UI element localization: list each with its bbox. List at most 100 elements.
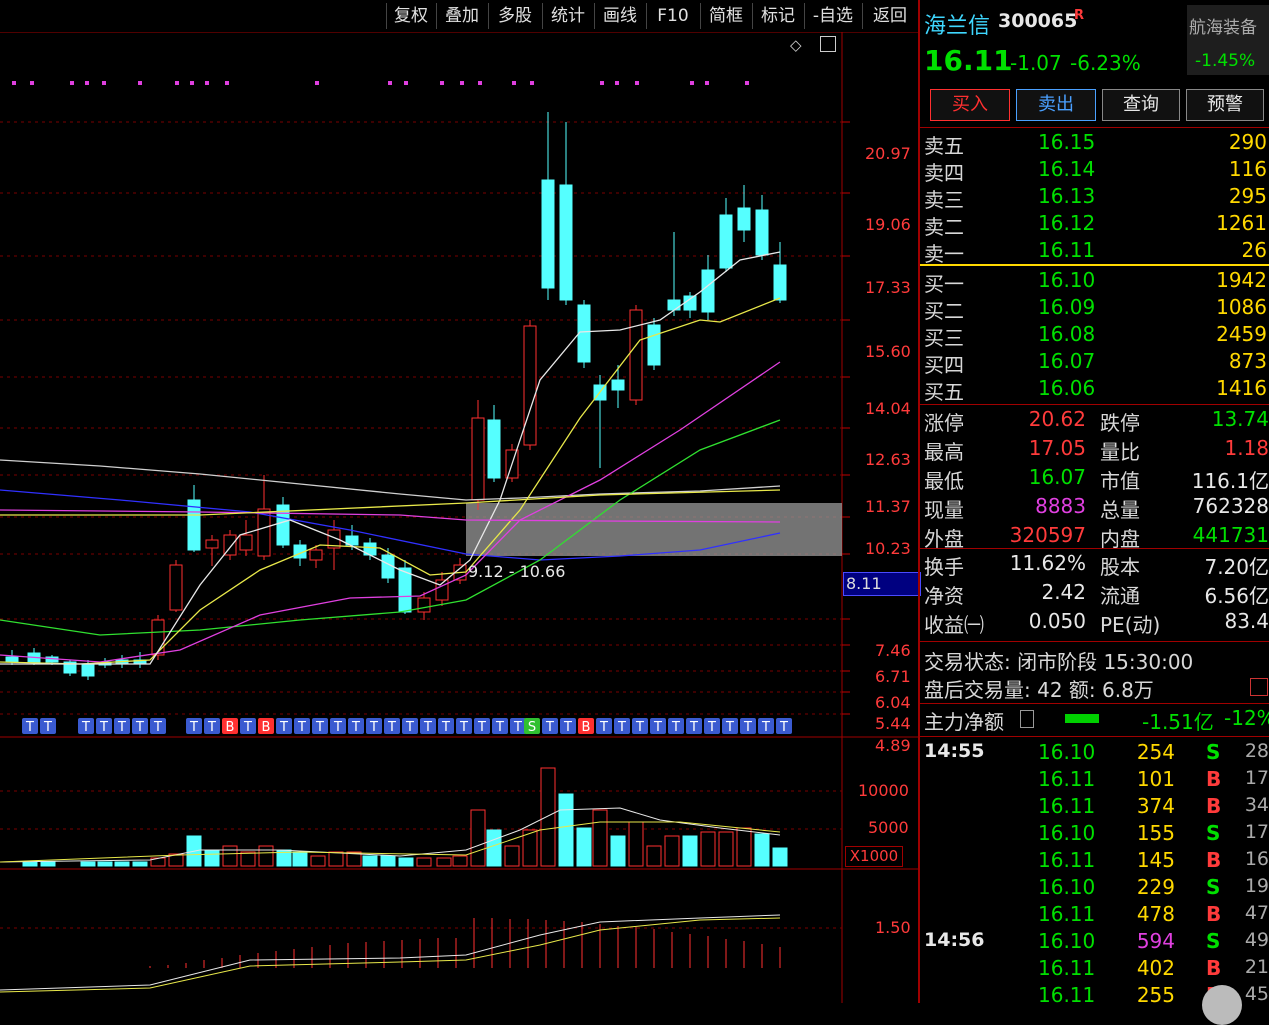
query-button[interactable]: 查询 xyxy=(1102,89,1180,121)
marker-dot xyxy=(404,81,408,85)
kline-svg: TTTTTTTTTBTBTTTTTTTTTTTTTTSTTBTTTTTTTTTT… xyxy=(0,32,918,1003)
kline-chart-area[interactable]: TTTTTTTTTBTBTTTTTTTTTTTTTTSTTBTTTTTTTTTT… xyxy=(0,32,921,1003)
volume-bar xyxy=(258,845,274,867)
alert-button[interactable]: 预警 xyxy=(1186,89,1264,121)
signal-text: T xyxy=(369,720,378,735)
volume-bar xyxy=(592,809,608,867)
toolbar-mark[interactable]: 标记 xyxy=(752,3,803,29)
tick-count: 45 xyxy=(1244,983,1269,1005)
ask-price[interactable]: 16.13 xyxy=(1038,184,1095,208)
marker-dot xyxy=(30,81,34,85)
signal-text: T xyxy=(243,720,252,735)
toolbar-watchlist[interactable]: -自选 xyxy=(804,3,861,29)
marker-dot xyxy=(478,81,482,85)
toolbar-f10[interactable]: F10 xyxy=(646,3,699,29)
ask-price[interactable]: 16.11 xyxy=(1038,238,1095,262)
limit_up-value: 20.62 xyxy=(1028,407,1086,431)
marker-dot xyxy=(225,81,229,85)
marker-dot xyxy=(12,81,16,85)
candle-body xyxy=(701,269,715,313)
low-value: 16.07 xyxy=(1028,465,1086,489)
price-axis-label: 4.89 xyxy=(875,736,911,755)
sell-button[interactable]: 卖出 xyxy=(1016,89,1096,121)
marker-dot xyxy=(600,81,604,85)
toolbar-draw-line[interactable]: 画线 xyxy=(594,3,645,29)
limit_down-label: 跌停 xyxy=(1100,411,1140,435)
marker-dot xyxy=(315,81,319,85)
candle-body xyxy=(169,564,183,611)
tick-price: 16.11 xyxy=(1038,794,1096,818)
bid-price[interactable]: 16.10 xyxy=(1038,268,1095,292)
marker-dot xyxy=(388,81,392,85)
candle-body xyxy=(5,656,19,663)
sector-box[interactable]: 航海装备 -1.45% xyxy=(1187,5,1269,75)
candle-body xyxy=(239,534,253,551)
toolbar-multi-stock[interactable]: 多股 xyxy=(488,3,541,29)
ask-volume: 116 xyxy=(1228,157,1267,181)
signal-text: T xyxy=(153,720,162,735)
volume-bar xyxy=(772,847,788,867)
ask-price[interactable]: 16.14 xyxy=(1038,157,1095,181)
volume-bar xyxy=(22,861,38,867)
after-hours-volume: 盘后交易量: 42 额: 6.8万 xyxy=(924,678,1154,702)
nav-value: 2.42 xyxy=(1041,580,1086,604)
volume-bar xyxy=(646,845,662,867)
chart-icon[interactable] xyxy=(1250,678,1268,696)
signal-text: T xyxy=(495,720,504,735)
bid-price[interactable]: 16.07 xyxy=(1038,349,1095,373)
stock-badge: R xyxy=(1074,8,1085,23)
low-label: 最低 xyxy=(924,469,964,493)
panel-toggle-icon[interactable] xyxy=(820,36,836,52)
candle-body xyxy=(417,597,431,613)
ask-volume: 290 xyxy=(1228,130,1267,154)
marker-dot xyxy=(530,81,534,85)
list-icon[interactable] xyxy=(1020,710,1034,728)
candle-body xyxy=(151,619,165,656)
tick-price: 16.11 xyxy=(1038,956,1096,980)
marker-dot xyxy=(705,81,709,85)
marker-dot xyxy=(175,81,179,85)
tick-count: 19 xyxy=(1244,875,1269,897)
buy-button[interactable]: 买入 xyxy=(930,89,1010,121)
price-axis-label: 15.60 xyxy=(865,342,911,361)
ma10-line xyxy=(0,297,781,665)
ask-price[interactable]: 16.15 xyxy=(1038,130,1095,154)
ask-label: 卖一 xyxy=(924,242,964,266)
cur_vol-value: 8883 xyxy=(1035,494,1086,518)
toolbar-simple-frame[interactable]: 简框 xyxy=(700,3,751,29)
toolbar-overlay[interactable]: 叠加 xyxy=(436,3,487,29)
volume-bar xyxy=(700,831,716,867)
signal-text: T xyxy=(207,720,216,735)
volume-bar xyxy=(754,833,770,867)
signal-text: T xyxy=(459,720,468,735)
candle-body xyxy=(257,508,271,557)
tick-price: 16.10 xyxy=(1038,929,1096,953)
signal-text: T xyxy=(99,720,108,735)
marker-dot xyxy=(102,81,106,85)
candle-body xyxy=(683,295,697,311)
price-axis-label: 12.63 xyxy=(865,450,911,469)
price-change-pct: -6.23% xyxy=(1070,51,1141,75)
tick-time: 14:55 xyxy=(924,740,985,762)
tick-count: 28 xyxy=(1244,740,1269,762)
ask-price[interactable]: 16.12 xyxy=(1038,211,1095,235)
toolbar-restore-rights[interactable]: 复权 xyxy=(386,3,435,29)
ask-label: 卖四 xyxy=(924,161,964,185)
ask-volume: 26 xyxy=(1241,238,1267,262)
volume-bar xyxy=(558,793,574,867)
marker-dot xyxy=(138,81,142,85)
mktcap-label: 市值 xyxy=(1100,469,1140,493)
toolbar-back[interactable]: 返回 xyxy=(862,3,917,29)
bid-price[interactable]: 16.06 xyxy=(1038,376,1095,400)
signal-text: B xyxy=(226,720,235,735)
volume-bar xyxy=(398,857,414,867)
bid-price[interactable]: 16.08 xyxy=(1038,322,1095,346)
toolbar-statistics[interactable]: 统计 xyxy=(542,3,593,29)
signal-text: T xyxy=(779,720,788,735)
volume-bar xyxy=(310,855,326,867)
bid-price[interactable]: 16.09 xyxy=(1038,295,1095,319)
avatar[interactable] xyxy=(1202,985,1242,1025)
diamond-icon[interactable]: ◇ xyxy=(790,36,802,54)
fund-flow-bar xyxy=(1065,714,1099,723)
candle-body xyxy=(309,549,323,561)
